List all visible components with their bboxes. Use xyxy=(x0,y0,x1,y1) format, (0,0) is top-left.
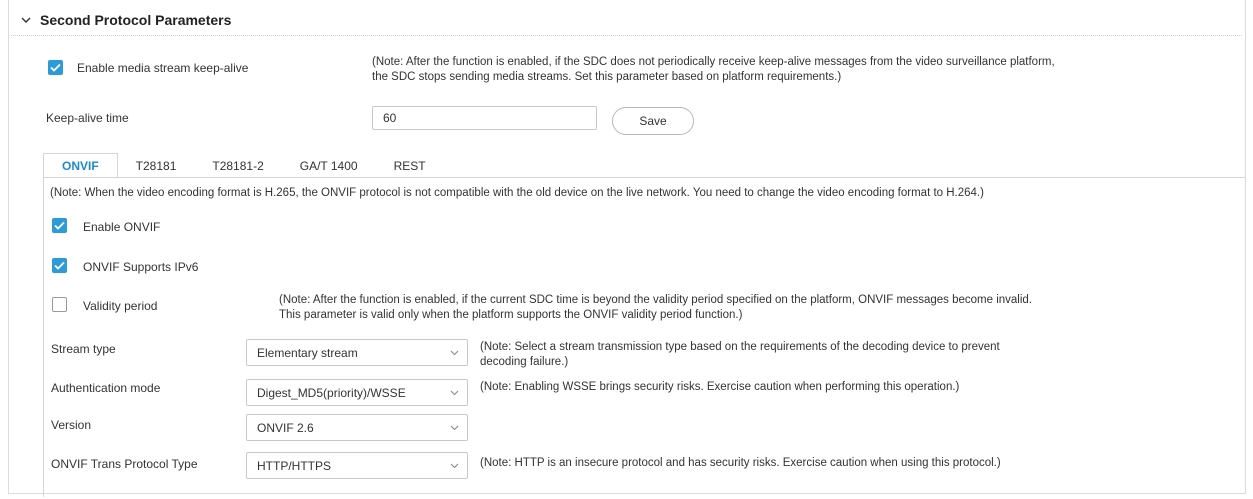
version-value: ONVIF 2.6 xyxy=(257,420,314,435)
chevron-down-icon[interactable] xyxy=(20,14,32,26)
keepalive-note-line1: (Note: After the function is enabled, if… xyxy=(372,56,1055,68)
stream-type-note: (Note: Select a stream transmission type… xyxy=(480,340,1000,370)
save-button[interactable]: Save xyxy=(612,107,694,135)
keepalive-label: Enable media stream keep-alive xyxy=(77,61,249,75)
auth-mode-select[interactable]: Digest_MD5(priority)/WSSE xyxy=(246,379,468,406)
onvif-tab-panel xyxy=(43,177,1245,497)
trans-protocol-select[interactable]: HTTP/HTTPS xyxy=(246,452,468,479)
chevron-down-icon xyxy=(449,348,459,358)
trans-protocol-note: (Note: HTTP is an insecure protocol and … xyxy=(480,457,1001,469)
encoding-note: (Note: When the video encoding format is… xyxy=(50,187,984,199)
checkmark-icon xyxy=(50,63,61,72)
tab-rest[interactable]: REST xyxy=(376,153,444,178)
stream-type-select[interactable]: Elementary stream xyxy=(246,339,468,366)
enable-onvif-checkbox[interactable] xyxy=(52,218,67,233)
keepalive-time-input[interactable] xyxy=(372,106,597,130)
auth-mode-label: Authentication mode xyxy=(51,381,161,395)
chevron-down-icon xyxy=(449,423,459,433)
keepalive-time-label: Keep-alive time xyxy=(46,111,129,125)
section-title: Second Protocol Parameters xyxy=(40,12,232,28)
chevron-down-icon xyxy=(449,461,459,471)
onvif-ipv6-label: ONVIF Supports IPv6 xyxy=(83,260,199,274)
version-label: Version xyxy=(51,418,92,432)
validity-note-line1: (Note: After the function is enabled, if… xyxy=(279,294,1032,306)
keepalive-note: (Note: After the function is enabled, if… xyxy=(372,55,1055,85)
onvif-ipv6-checkbox[interactable] xyxy=(52,258,67,273)
protocol-tabs: ONVIF T28181 T28181-2 GA/T 1400 REST xyxy=(43,153,444,178)
trans-protocol-label: ONVIF Trans Protocol Type xyxy=(51,457,198,471)
validity-period-label: Validity period xyxy=(83,299,158,313)
validity-note-line2: This parameter is valid only when the pl… xyxy=(279,309,743,321)
checkmark-icon xyxy=(54,221,65,230)
auth-mode-note: (Note: Enabling WSSE brings security ris… xyxy=(480,381,960,393)
enable-onvif-label: Enable ONVIF xyxy=(83,220,161,234)
validity-note: (Note: After the function is enabled, if… xyxy=(279,293,1032,323)
validity-period-checkbox[interactable] xyxy=(52,297,67,312)
tab-t28181-2[interactable]: T28181-2 xyxy=(194,153,281,178)
keepalive-note-line2: the SDC stops sending media streams. Set… xyxy=(372,71,842,83)
stream-type-note-line2: decoding failure.) xyxy=(480,356,569,368)
stream-type-note-line1: (Note: Select a stream transmission type… xyxy=(480,341,1000,353)
keepalive-checkbox[interactable] xyxy=(48,60,63,75)
tab-gat1400[interactable]: GA/T 1400 xyxy=(282,153,376,178)
tab-t28181[interactable]: T28181 xyxy=(118,153,195,178)
stream-type-value: Elementary stream xyxy=(257,345,358,360)
stream-type-label: Stream type xyxy=(51,342,116,356)
tab-onvif[interactable]: ONVIF xyxy=(43,153,118,178)
version-select[interactable]: ONVIF 2.6 xyxy=(246,414,468,441)
section-header[interactable]: Second Protocol Parameters xyxy=(20,9,231,31)
divider xyxy=(11,35,1242,36)
auth-mode-value: Digest_MD5(priority)/WSSE xyxy=(257,385,406,400)
trans-protocol-value: HTTP/HTTPS xyxy=(257,458,331,473)
checkmark-icon xyxy=(54,261,65,270)
chevron-down-icon xyxy=(449,388,459,398)
